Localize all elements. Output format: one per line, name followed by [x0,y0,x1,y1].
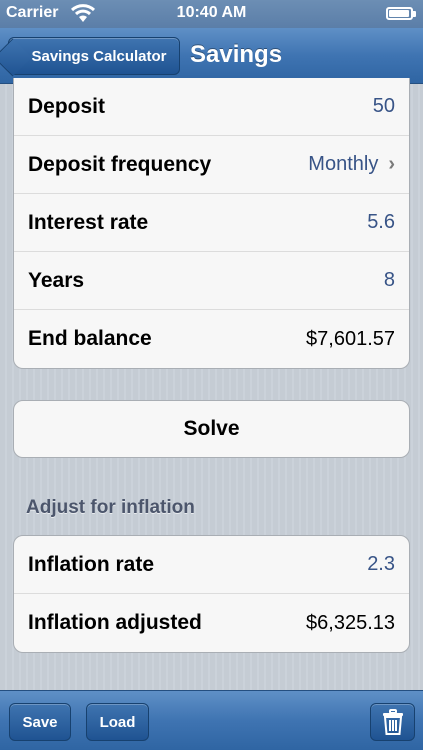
deposit-frequency-row[interactable]: Deposit frequency Monthly › [14,136,409,194]
inflation-table: Inflation rate 2.3 Inflation adjusted $6… [13,535,410,653]
back-button-label: Savings Calculator [31,47,167,65]
years-label: Years [28,268,85,292]
inflation-adjusted-label: Inflation adjusted [28,611,202,634]
deposit-value[interactable]: 50 [373,95,395,118]
interest-rate-value[interactable]: 5.6 [367,211,395,234]
save-button[interactable]: Save [9,703,71,741]
end-balance-value: $7,601.57 [306,327,395,350]
end-balance-row: End balance $7,601.57 [14,310,409,368]
inflation-rate-value[interactable]: 2.3 [367,553,395,576]
delete-button[interactable] [370,703,415,741]
deposit-row[interactable]: Deposit 50 [14,78,409,136]
navigation-bar: Savings Calculator Savings [0,28,423,84]
years-value[interactable]: 8 [384,269,395,292]
years-row[interactable]: Years 8 [14,252,409,310]
inflation-rate-row[interactable]: Inflation rate 2.3 [14,536,409,594]
interest-rate-row[interactable]: Interest rate 5.6 [14,194,409,252]
inflation-adjusted-row: Inflation adjusted $6,325.13 [14,594,409,652]
calculator-table: Deposit 50 Deposit frequency Monthly › I… [13,78,410,369]
trash-icon [382,709,403,735]
inflation-section-header: Adjust for inflation [26,497,195,518]
bottom-toolbar: Save Load [0,690,423,750]
interest-rate-label: Interest rate [28,210,149,234]
clock: 10:40 AM [176,4,247,21]
status-bar: Carrier 10:40 AM [0,0,423,28]
inflation-rate-label: Inflation rate [28,552,155,576]
deposit-frequency-label: Deposit frequency [28,152,212,176]
end-balance-label: End balance [28,327,152,350]
deposit-label: Deposit [28,94,106,118]
battery-icon [386,7,416,20]
inflation-adjusted-value: $6,325.13 [306,611,395,634]
solve-button[interactable]: Solve [13,400,410,458]
page-title: Savings [190,41,283,68]
load-button[interactable]: Load [86,703,149,741]
chevron-right-icon: › [388,153,395,175]
deposit-frequency-value: Monthly [308,153,379,175]
back-button[interactable]: Savings Calculator [8,37,180,75]
